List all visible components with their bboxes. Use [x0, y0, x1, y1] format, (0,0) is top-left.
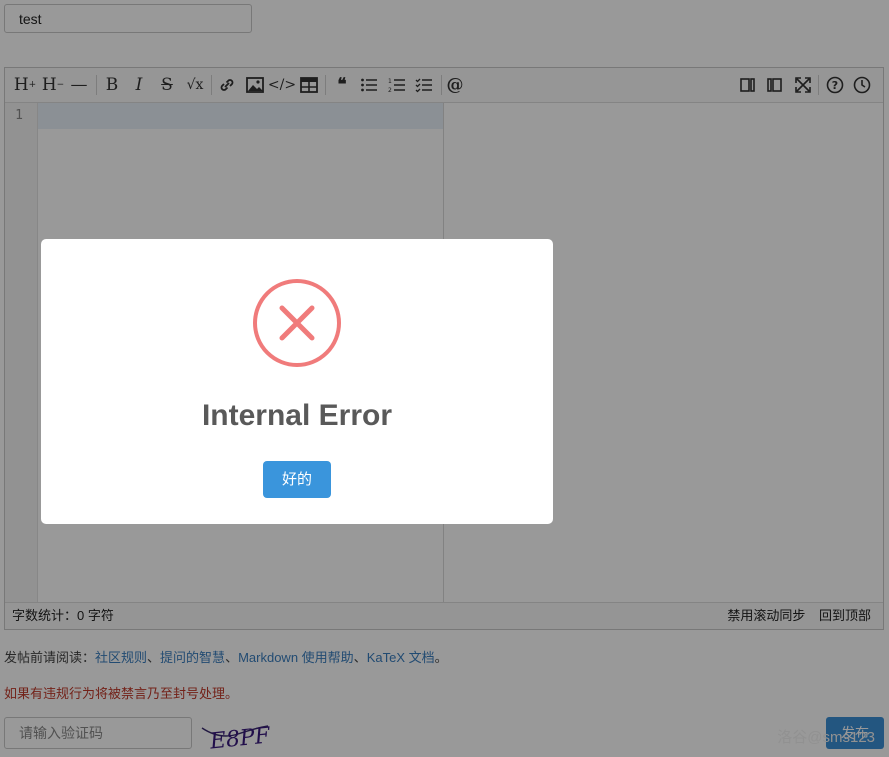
ok-button[interactable]: 好的 [263, 461, 331, 498]
error-dialog: Internal Error 好的 [41, 239, 553, 524]
error-x-icon [253, 279, 341, 367]
dialog-title: Internal Error [201, 399, 393, 432]
